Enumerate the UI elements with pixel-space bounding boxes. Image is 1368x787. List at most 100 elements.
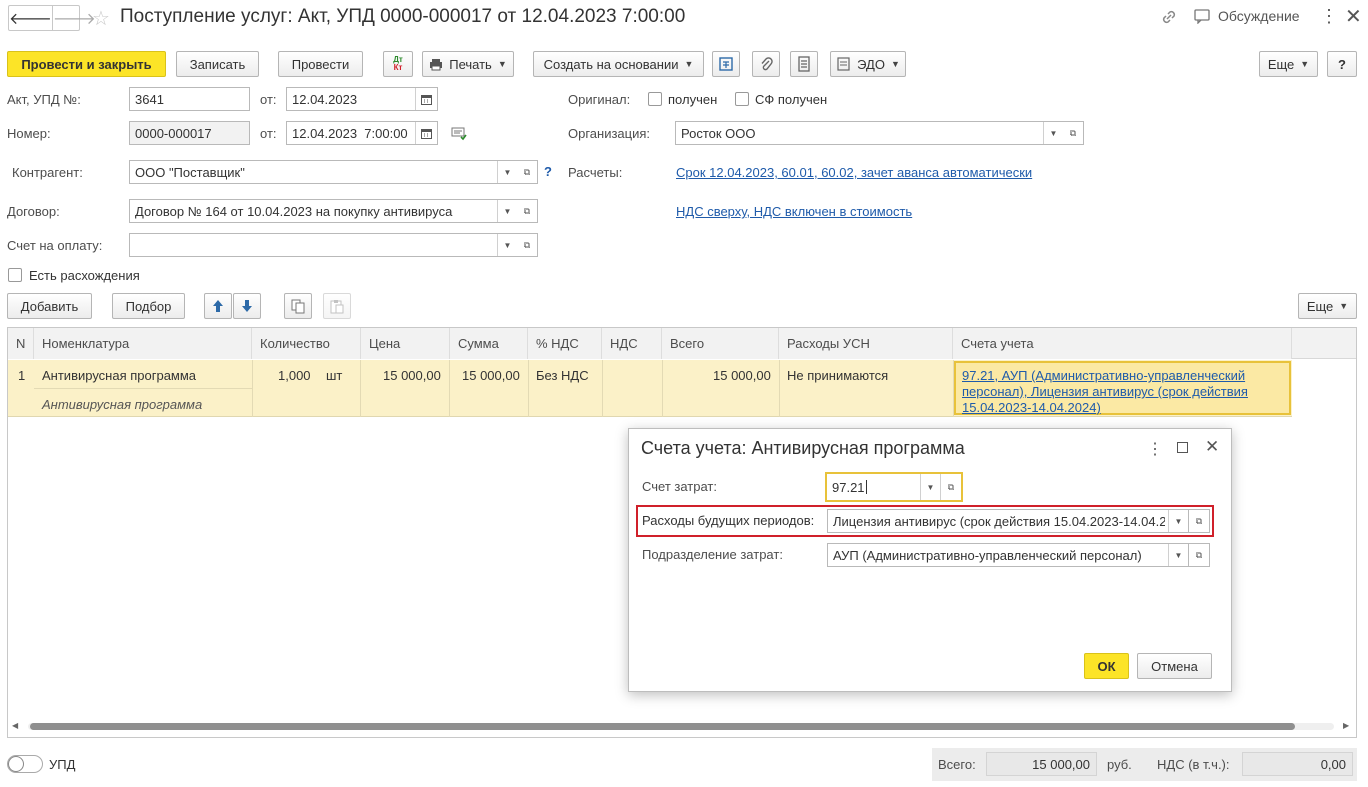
pick-button[interactable]: Подбор <box>112 293 185 319</box>
cell-price[interactable]: 15 000,00 <box>383 368 441 383</box>
cell-item-sub[interactable]: Антивирусная программа <box>42 397 202 412</box>
contract-open-button[interactable]: ⧉ <box>517 199 538 223</box>
scrollbar-thumb[interactable] <box>30 723 1295 730</box>
dialog-maximize-icon[interactable] <box>1177 442 1188 453</box>
forward-button[interactable]: 🡒 <box>53 6 96 30</box>
dt-kt-button[interactable]: Дт Кт <box>383 51 413 77</box>
chevron-down-icon[interactable]: ▼ <box>1043 122 1063 144</box>
total-label: Всего: <box>938 757 976 772</box>
number-date-label: от: <box>260 126 277 141</box>
chevron-down-icon[interactable]: ▼ <box>497 234 517 256</box>
cost-account-label: Счет затрат: <box>642 479 717 494</box>
original-label: Оригинал: <box>568 92 631 107</box>
dialog-title: Счета учета: Антивирусная программа <box>641 438 965 458</box>
cost-account-field[interactable]: 97.21 ▼ ⧉ <box>825 472 963 502</box>
accounts-link[interactable]: 97.21, АУП (Административно-управленческ… <box>962 368 1283 416</box>
comment-icon[interactable] <box>451 127 467 144</box>
original-received-label: получен <box>668 92 718 107</box>
settlements-link[interactable]: Срок 12.04.2023, 60.01, 60.02, зачет ава… <box>676 165 1032 180</box>
paste-button[interactable] <box>323 293 351 319</box>
link-icon[interactable] <box>1160 8 1178 31</box>
dialog-close-icon[interactable]: ✕ <box>1205 437 1219 457</box>
col-header-vat-rate[interactable]: % НДС <box>528 328 602 359</box>
chevron-down-icon[interactable]: ▼ <box>1168 510 1188 532</box>
horizontal-scrollbar[interactable] <box>28 723 1334 730</box>
printer-icon <box>430 58 443 70</box>
original-received-checkbox[interactable] <box>648 92 662 106</box>
col-header-accounts[interactable]: Счета учета <box>953 328 1292 359</box>
cost-account-open-button[interactable]: ⧉ <box>940 474 961 500</box>
post-and-close-button[interactable]: Провести и закрыть <box>7 51 166 77</box>
scroll-left-arrow[interactable]: ◀ <box>12 721 18 730</box>
cell-usn[interactable]: Не принимаются <box>787 368 888 383</box>
col-header-qty[interactable]: Количество <box>252 328 361 359</box>
cell-qty[interactable]: 1,000 <box>278 368 311 383</box>
edo-icon <box>837 57 850 71</box>
cell-item[interactable]: Антивирусная программа <box>42 368 196 383</box>
discussion-button[interactable]: Обсуждение <box>1194 8 1300 24</box>
add-row-button[interactable]: Добавить <box>7 293 92 319</box>
dialog-menu-icon[interactable]: ⋮ <box>1147 439 1163 459</box>
create-based-on-button[interactable]: Создать на основании ▼ <box>533 51 704 77</box>
discrepancy-label: Есть расхождения <box>29 268 140 283</box>
act-date-field[interactable]: 12.04.2023 <box>286 87 438 111</box>
act-number-field[interactable]: 3641 <box>129 87 250 111</box>
vat-mode-link[interactable]: НДС сверху, НДС включен в стоимость <box>676 204 912 219</box>
number-date-field[interactable]: 12.04.2023 7:00:00 <box>286 121 438 145</box>
organization-field[interactable]: Росток ООО ▼ <box>675 121 1064 145</box>
structure-button[interactable] <box>712 51 740 77</box>
edo-button[interactable]: ЭДО ▼ <box>830 51 906 77</box>
cell-unit[interactable]: шт <box>326 368 342 383</box>
future-expenses-open-button[interactable]: ⧉ <box>1189 509 1210 533</box>
scroll-right-arrow[interactable]: ▶ <box>1343 721 1349 730</box>
upd-toggle[interactable] <box>7 755 43 773</box>
invoice-field[interactable]: ▼ <box>129 233 518 257</box>
cell-total[interactable]: 15 000,00 <box>713 368 771 383</box>
cell-sum[interactable]: 15 000,00 <box>462 368 520 383</box>
more-button[interactable]: Еще ▼ <box>1259 51 1318 77</box>
chevron-down-icon[interactable]: ▼ <box>1168 544 1188 566</box>
move-down-button[interactable] <box>233 293 261 319</box>
copy-button[interactable] <box>284 293 312 319</box>
sf-received-checkbox[interactable] <box>735 92 749 106</box>
invoice-open-button[interactable]: ⧉ <box>517 233 538 257</box>
ok-button[interactable]: ОК <box>1084 653 1129 679</box>
cell-accounts[interactable]: 97.21, АУП (Административно-управленческ… <box>954 361 1291 415</box>
cancel-button[interactable]: Отмена <box>1137 653 1212 679</box>
col-header-total[interactable]: Всего <box>662 328 779 359</box>
print-button[interactable]: Печать ▼ <box>422 51 514 77</box>
col-header-n[interactable]: N <box>8 328 34 359</box>
chevron-down-icon[interactable]: ▼ <box>497 200 517 222</box>
col-header-item[interactable]: Номенклатура <box>34 328 252 359</box>
contractor-open-button[interactable]: ⧉ <box>517 160 538 184</box>
favorite-star-icon[interactable]: ☆ <box>92 6 110 31</box>
post-button[interactable]: Провести <box>278 51 363 77</box>
organization-open-button[interactable]: ⧉ <box>1063 121 1084 145</box>
cost-dept-field[interactable]: АУП (Административно-управленческий перс… <box>827 543 1189 567</box>
contractor-field[interactable]: ООО "Поставщик" ▼ <box>129 160 518 184</box>
table-more-button[interactable]: Еще ▼ <box>1298 293 1357 319</box>
col-header-sum[interactable]: Сумма <box>450 328 528 359</box>
cell-vat-rate[interactable]: Без НДС <box>536 368 589 383</box>
discrepancy-checkbox[interactable] <box>8 268 22 282</box>
more-menu-icon[interactable]: ⋮ <box>1320 6 1338 27</box>
chevron-down-icon[interactable]: ▼ <box>920 474 940 500</box>
col-header-usn[interactable]: Расходы УСН <box>779 328 953 359</box>
report-button[interactable] <box>790 51 818 77</box>
save-button[interactable]: Записать <box>176 51 259 77</box>
col-header-vat[interactable]: НДС <box>602 328 662 359</box>
chevron-down-icon[interactable]: ▼ <box>497 161 517 183</box>
help-button[interactable]: ? <box>1327 51 1357 77</box>
contract-field[interactable]: Договор № 164 от 10.04.2023 на покупку а… <box>129 199 518 223</box>
back-button[interactable]: 🡐 <box>9 6 53 30</box>
contractor-help-icon[interactable]: ? <box>544 164 552 179</box>
invoice-label: Счет на оплату: <box>7 238 103 253</box>
col-header-price[interactable]: Цена <box>361 328 450 359</box>
calendar-icon[interactable] <box>415 88 437 110</box>
close-icon[interactable]: ✕ <box>1345 4 1362 29</box>
calendar-icon[interactable] <box>415 122 437 144</box>
attach-button[interactable] <box>752 51 780 77</box>
cost-dept-open-button[interactable]: ⧉ <box>1189 543 1210 567</box>
future-expenses-field[interactable]: Лицензия антивирус (срок действия 15.04.… <box>827 509 1189 533</box>
move-up-button[interactable] <box>204 293 232 319</box>
